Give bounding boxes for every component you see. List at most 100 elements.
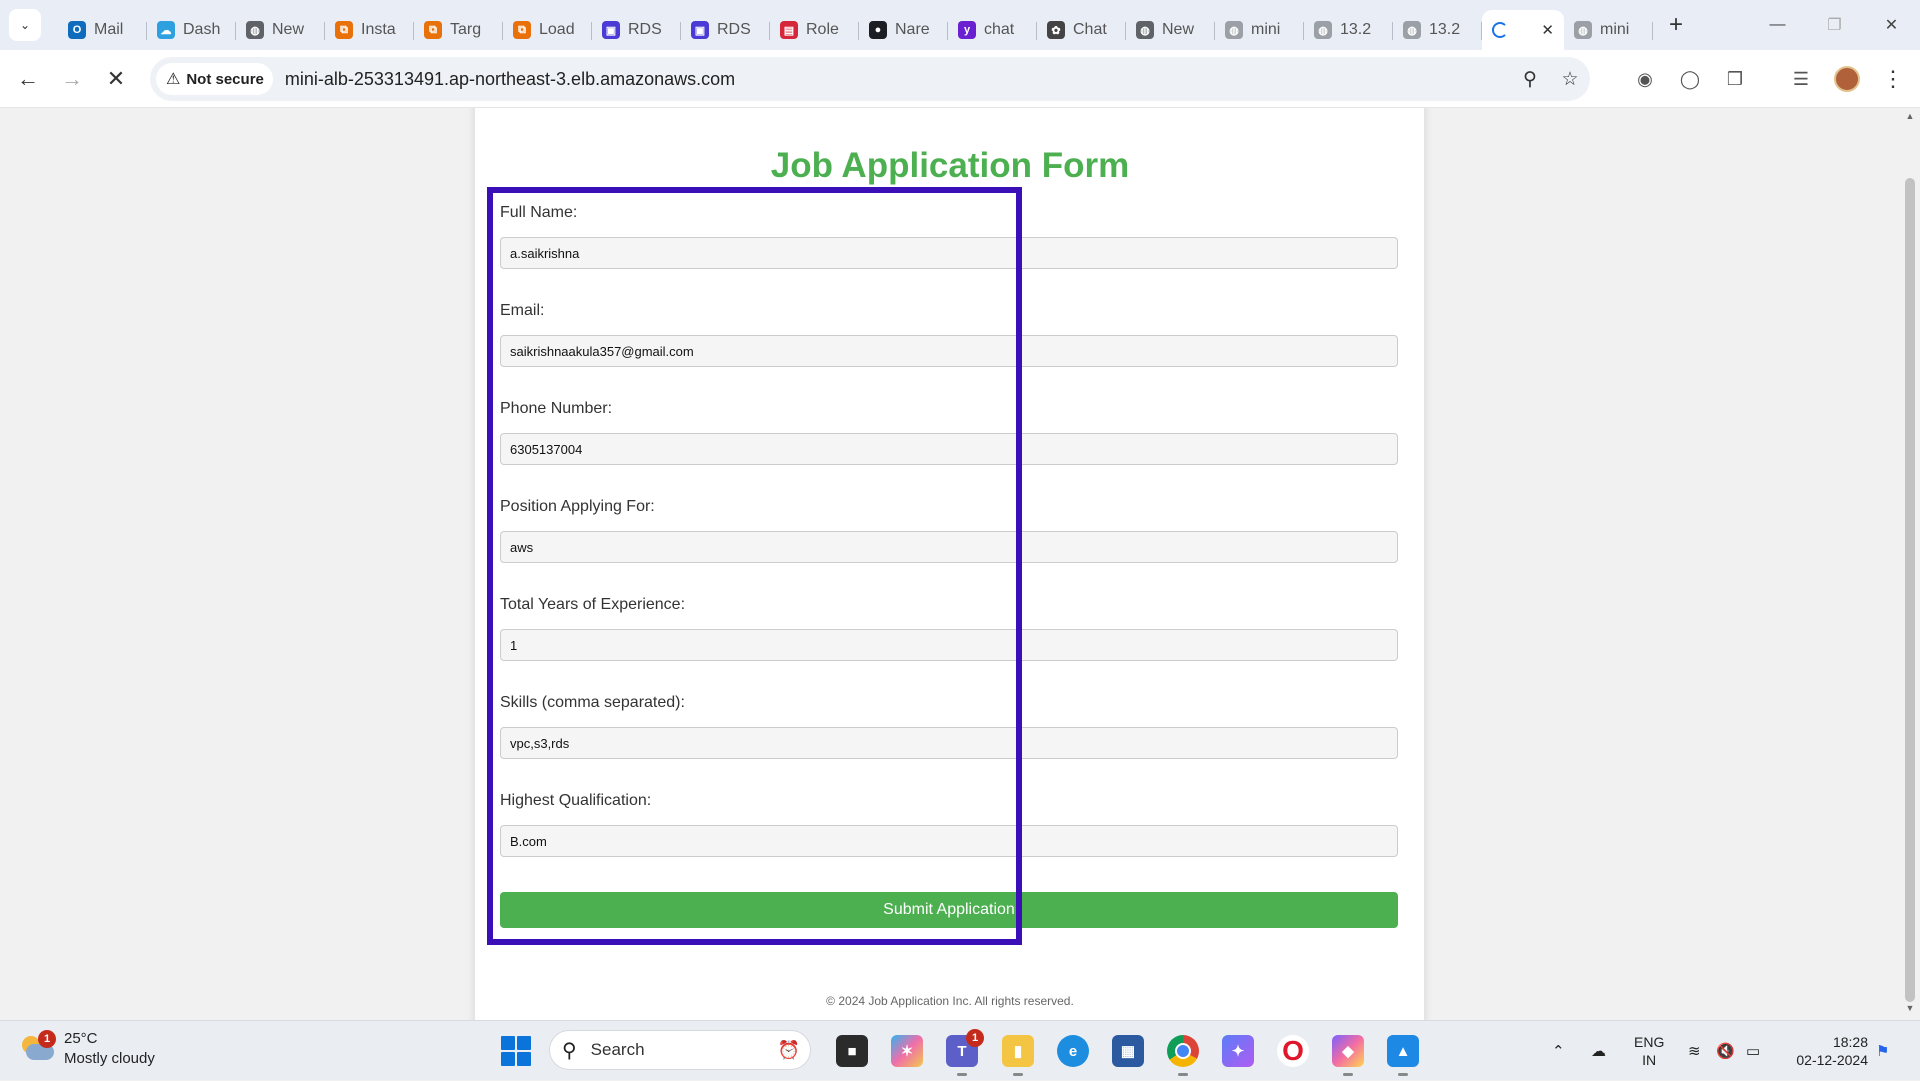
system-clock[interactable]: 18:28 02-12-2024 (1785, 1033, 1868, 1069)
tab-favicon-icon: ◍ (1136, 21, 1154, 39)
browser-tab[interactable]: ◍ mini (1564, 10, 1653, 50)
search-highlight-icon: ⏰ (777, 1039, 800, 1060)
cloudy-weather-icon: 1 (20, 1030, 56, 1064)
profile-avatar[interactable] (1825, 57, 1869, 101)
tab-title: 13.2 (1340, 21, 1372, 38)
tab-favicon-icon: ⧉ (424, 21, 442, 39)
forward-button[interactable]: → (50, 57, 94, 101)
opera-browser-icon[interactable]: O (1277, 1035, 1309, 1067)
extensions-puzzle-icon[interactable]: ❒ (1713, 57, 1757, 101)
speaker-muted-icon[interactable]: 🔇 (1716, 1021, 1735, 1081)
scroll-up-arrow-icon[interactable]: ▲ (1900, 111, 1920, 125)
taskbar-search[interactable]: ⚲ Search ⏰ (549, 1030, 811, 1070)
minimize-button[interactable]: — (1749, 0, 1806, 50)
page-title: Job Application Form (770, 146, 1130, 185)
close-tab-icon[interactable]: ✕ (1541, 21, 1554, 39)
browser-tab[interactable]: ⧉ Load (503, 10, 592, 50)
language-region: IN (1642, 1052, 1657, 1068)
weather-widget[interactable]: 1 25°C Mostly cloudy (20, 1029, 155, 1069)
page-footer: © 2024 Job Application Inc. All rights r… (826, 994, 1074, 1008)
chrome-browser-icon[interactable] (1167, 1035, 1199, 1076)
tab-title: mini (1251, 21, 1281, 38)
tab-favicon-icon: ▣ (691, 21, 709, 39)
tab-strip: ⌄ O Mail ☁ Dash ◍ New ⧉ Insta ⧉ Targ ⧉ Load ▣ RDS ▣ RDS… (0, 0, 1920, 50)
annotation-highlight-box (487, 187, 1022, 945)
browser-tab[interactable]: ⧉ Insta (325, 10, 414, 50)
zoom-icon[interactable]: ⚲ (1510, 68, 1550, 91)
address-bar[interactable]: ⚠ Not secure mini-alb-253313491.ap-north… (150, 57, 1590, 101)
browser-toolbar: ← → ✕ ⚠ Not secure mini-alb-253313491.ap… (0, 50, 1920, 108)
tab-title: RDS (628, 21, 662, 38)
browser-tab[interactable]: ◍ 13.2 (1304, 10, 1393, 50)
language-indicator[interactable]: ENG IN (1634, 1033, 1664, 1069)
stop-loading-button[interactable]: ✕ (94, 57, 138, 101)
browser-tab[interactable]: ◍ New (1126, 10, 1215, 50)
close-window-button[interactable]: ✕ (1863, 0, 1920, 50)
tab-title: mini (1600, 21, 1630, 38)
copilot-icon[interactable]: ✶ (891, 1035, 923, 1067)
microsoft-store-icon[interactable]: ▦ (1112, 1035, 1144, 1067)
onedrive-icon[interactable]: ☁ (1591, 1021, 1606, 1081)
tab-title: Insta (361, 21, 396, 38)
browser-tab[interactable]: ▣ RDS (592, 10, 681, 50)
tab-favicon-icon: ◍ (1314, 21, 1332, 39)
browser-tab[interactable]: ⧉ Targ (414, 10, 503, 50)
back-button[interactable]: ← (6, 57, 50, 101)
browser-tab[interactable]: ◍ mini (1215, 10, 1304, 50)
close-icon: ✕ (106, 65, 126, 91)
taskbar-search-label: Search (590, 1040, 645, 1059)
browser-tab[interactable]: O Mail (58, 10, 147, 50)
file-explorer-icon[interactable]: ▮ (1002, 1035, 1034, 1076)
search-icon: ⚲ (562, 1039, 577, 1062)
bookmark-star-icon[interactable]: ☆ (1550, 68, 1590, 91)
warning-icon: ⚠ (166, 71, 181, 88)
teams-icon[interactable]: T 1 (946, 1029, 984, 1076)
tab-favicon-icon: ◍ (1403, 21, 1421, 39)
tab-title: Role (806, 21, 839, 38)
browser-tab[interactable]: ● Nare (859, 10, 948, 50)
window-controls: — ❐ ✕ (1749, 0, 1920, 50)
browser-tab[interactable]: ◍ 13.2 (1393, 10, 1482, 50)
m365-icon[interactable]: ✦ (1222, 1035, 1254, 1067)
new-tab-button[interactable]: + (1669, 11, 1683, 39)
browser-tab[interactable]: ✿ Chat (1037, 10, 1126, 50)
tab-title: Targ (450, 21, 482, 38)
browser-tab[interactable]: ▤ Role (770, 10, 859, 50)
start-button[interactable] (501, 1036, 531, 1066)
battery-icon[interactable]: ▭ (1746, 1021, 1760, 1081)
weather-badge: 1 (38, 1030, 56, 1048)
browser-tab[interactable]: ▣ RDS (681, 10, 770, 50)
tab-favicon-icon: ◍ (1225, 21, 1243, 39)
scrollbar-thumb[interactable] (1905, 178, 1915, 1002)
media-controls-icon[interactable]: ☰ (1779, 57, 1823, 101)
tab-title: Nare (895, 21, 930, 38)
browser-tab[interactable]: ◍ New (236, 10, 325, 50)
scroll-down-arrow-icon[interactable]: ▼ (1900, 1003, 1920, 1017)
camera-icon[interactable]: ◉ (1623, 57, 1667, 101)
notifications-bell-icon[interactable]: ⚑ (1876, 1021, 1889, 1081)
weather-condition: Mostly cloudy (64, 1050, 155, 1067)
developer-tool-icon[interactable]: ◆ (1332, 1035, 1364, 1076)
url-text[interactable]: mini-alb-253313491.ap-northeast-3.elb.am… (285, 69, 735, 90)
security-indicator[interactable]: ⚠ Not secure (156, 63, 273, 95)
tab-search-button[interactable]: ⌄ (9, 9, 41, 41)
loading-spinner-icon (1492, 22, 1508, 38)
browser-tab[interactable]: ☁ Dash (147, 10, 236, 50)
browser-tab-active[interactable]: ✕ (1482, 10, 1564, 50)
tab-favicon-icon: ⧉ (335, 21, 353, 39)
page-scrollbar[interactable]: ▲ ▼ (1900, 108, 1920, 1020)
image-editor-icon[interactable]: ▲ (1387, 1035, 1419, 1076)
browser-tab[interactable]: y chat (948, 10, 1037, 50)
show-hidden-icons-button[interactable]: ⌃ (1552, 1021, 1565, 1081)
tab-title: RDS (717, 21, 751, 38)
edge-browser-icon[interactable]: e (1057, 1035, 1089, 1067)
clock-date: 02-12-2024 (1796, 1052, 1868, 1068)
browser-menu-icon[interactable]: ⋮ (1871, 57, 1915, 101)
tab-favicon-icon: y (958, 21, 976, 39)
tab-favicon-icon: ● (869, 21, 887, 39)
task-view-icon[interactable]: ■ (836, 1035, 868, 1067)
extension-glasses-icon[interactable]: ◯ (1668, 57, 1712, 101)
wifi-icon[interactable]: ≋ (1688, 1021, 1701, 1081)
restore-button[interactable]: ❐ (1806, 0, 1863, 50)
tab-title: Dash (183, 21, 221, 38)
